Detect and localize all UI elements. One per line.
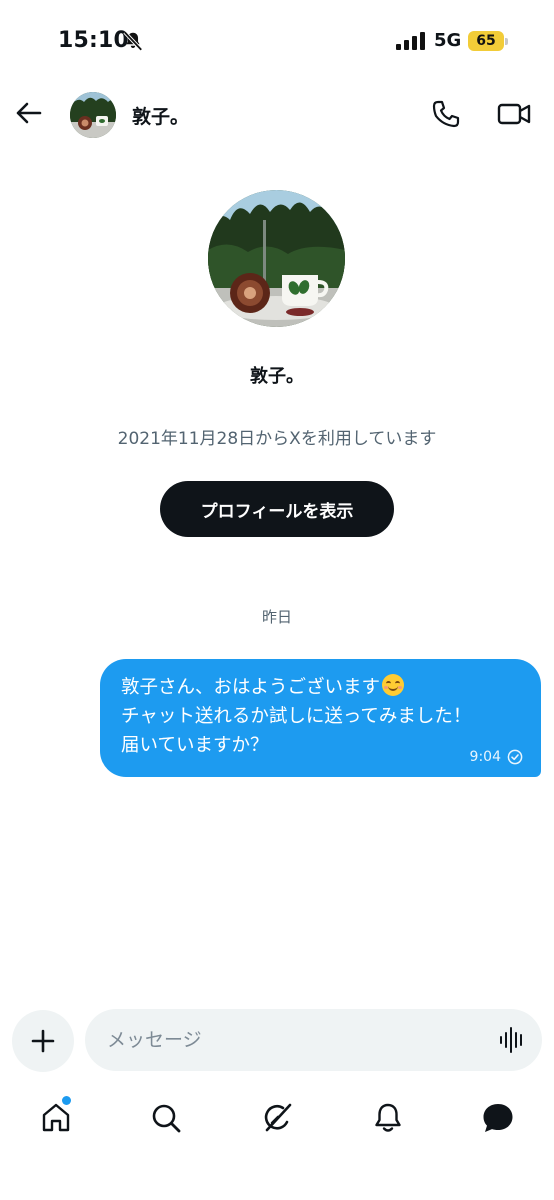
battery-tip (505, 38, 508, 45)
profile-name: 敦子。 (250, 366, 304, 387)
nav-grok[interactable] (257, 1098, 297, 1138)
bell-off-icon (123, 31, 143, 51)
conversation-header: 敦子。 (0, 84, 554, 146)
home-icon (42, 1103, 70, 1132)
arrow-left-icon (16, 102, 42, 124)
voice-message-button[interactable] (498, 1026, 526, 1054)
nav-notifications[interactable] (368, 1098, 408, 1138)
message-composer (85, 1009, 542, 1071)
call-button[interactable] (430, 98, 462, 130)
message-meta: 9:04 (470, 749, 523, 765)
battery-indicator: 65 (468, 31, 508, 51)
joined-date-text: 2021年11月28日からXを利用しています (117, 429, 437, 449)
voice-wave-icon (500, 1027, 522, 1053)
profile-avatar[interactable] (208, 190, 345, 327)
profile-avatar-image (208, 190, 345, 327)
messages-icon (483, 1104, 513, 1132)
network-type: 5G (434, 30, 462, 51)
message-bubble[interactable]: 敦子さん、おはようございます チャット送れるか試しに送ってみました！ 届いていま… (100, 659, 541, 777)
bottom-navigation (0, 1084, 554, 1154)
video-call-button[interactable] (496, 98, 532, 130)
message-input[interactable] (107, 1009, 477, 1071)
nav-messages[interactable] (478, 1098, 518, 1138)
plus-icon (31, 1029, 55, 1053)
nav-home[interactable] (36, 1098, 76, 1138)
grok-icon (264, 1103, 292, 1132)
back-button[interactable] (12, 96, 46, 130)
message-line: チャット送れるか試しに送ってみました！ (121, 706, 472, 727)
read-check-icon (507, 749, 523, 765)
signal-icon (396, 32, 425, 50)
phone-icon (432, 100, 460, 128)
add-attachment-button[interactable] (12, 1010, 74, 1072)
bell-icon (375, 1103, 401, 1132)
message-line: 届いていますか？ (121, 735, 269, 756)
smiling-face-emoji-icon (382, 674, 405, 696)
date-divider: 昨日 (261, 608, 292, 626)
message-line: 敦子さん、おはようございます (121, 677, 381, 698)
message-text: 敦子さん、おはようございます チャット送れるか試しに送ってみました！ 届いていま… (121, 673, 521, 760)
status-time: 15:10 (58, 28, 130, 53)
view-profile-button[interactable]: プロフィールを表示 (160, 481, 394, 537)
status-bar: 15:10 5G 65 (0, 0, 554, 84)
battery-level: 65 (468, 31, 504, 51)
header-username[interactable]: 敦子。 (132, 102, 189, 129)
message-time: 9:04 (469, 749, 501, 765)
search-icon (152, 1104, 181, 1133)
video-camera-icon (497, 103, 531, 125)
avatar[interactable] (70, 92, 116, 138)
nav-search[interactable] (146, 1098, 186, 1138)
avatar-image (70, 92, 116, 138)
notification-dot (62, 1096, 71, 1105)
